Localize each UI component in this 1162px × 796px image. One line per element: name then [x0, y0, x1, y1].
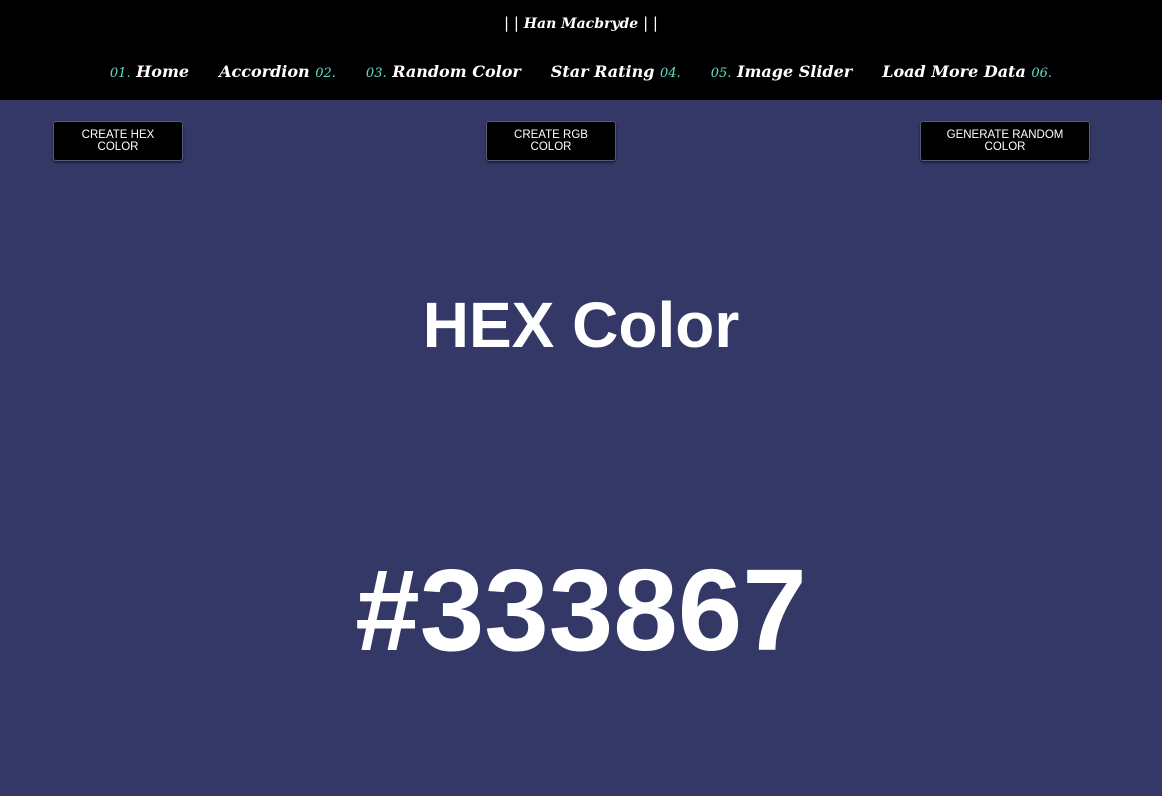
- color-type-heading: HEX Color: [422, 289, 740, 361]
- nav-item-accordion[interactable]: Accordion 02.: [219, 58, 336, 88]
- create-rgb-color-button[interactable]: CREATE RGB COLOR: [486, 121, 616, 161]
- nav-item-number: 04.: [660, 66, 681, 81]
- main-nav: 01. Home Accordion 02. 03. Random Color …: [0, 58, 1162, 88]
- brand-name: Han Macbryde: [523, 16, 639, 32]
- nav-item-label: Star Rating: [550, 62, 655, 81]
- nav-item-home[interactable]: 01. Home: [110, 58, 189, 88]
- brand-suffix: | |: [643, 14, 658, 32]
- nav-item-random-color[interactable]: 03. Random Color: [366, 58, 521, 88]
- nav-item-label: Load More Data: [882, 62, 1026, 81]
- brand-prefix: | |: [504, 14, 519, 32]
- create-hex-color-button[interactable]: CREATE HEX COLOR: [53, 121, 183, 161]
- top-navbar: | | Han Macbryde | | 01. Home Accordion …: [0, 0, 1162, 100]
- brand-title: | | Han Macbryde | |: [0, 12, 1162, 35]
- nav-item-label: Random Color: [392, 62, 521, 81]
- nav-item-load-more-data[interactable]: Load More Data 06.: [882, 58, 1052, 88]
- generate-random-color-button[interactable]: GENERATE RANDOM COLOR: [920, 121, 1090, 161]
- nav-item-image-slider[interactable]: 05. Image Slider: [711, 58, 853, 88]
- nav-item-label: Accordion: [219, 62, 310, 81]
- nav-item-star-rating[interactable]: Star Rating 04.: [551, 58, 681, 88]
- color-value-display: #333867: [355, 545, 807, 675]
- nav-item-number: 05.: [710, 66, 732, 81]
- nav-item-number: 06.: [1031, 66, 1053, 81]
- nav-item-number: 02.: [315, 66, 336, 81]
- nav-item-number: 01.: [109, 66, 131, 81]
- nav-item-number: 03.: [365, 66, 387, 81]
- nav-item-label: Image Slider: [736, 62, 853, 81]
- nav-item-label: Home: [136, 62, 190, 81]
